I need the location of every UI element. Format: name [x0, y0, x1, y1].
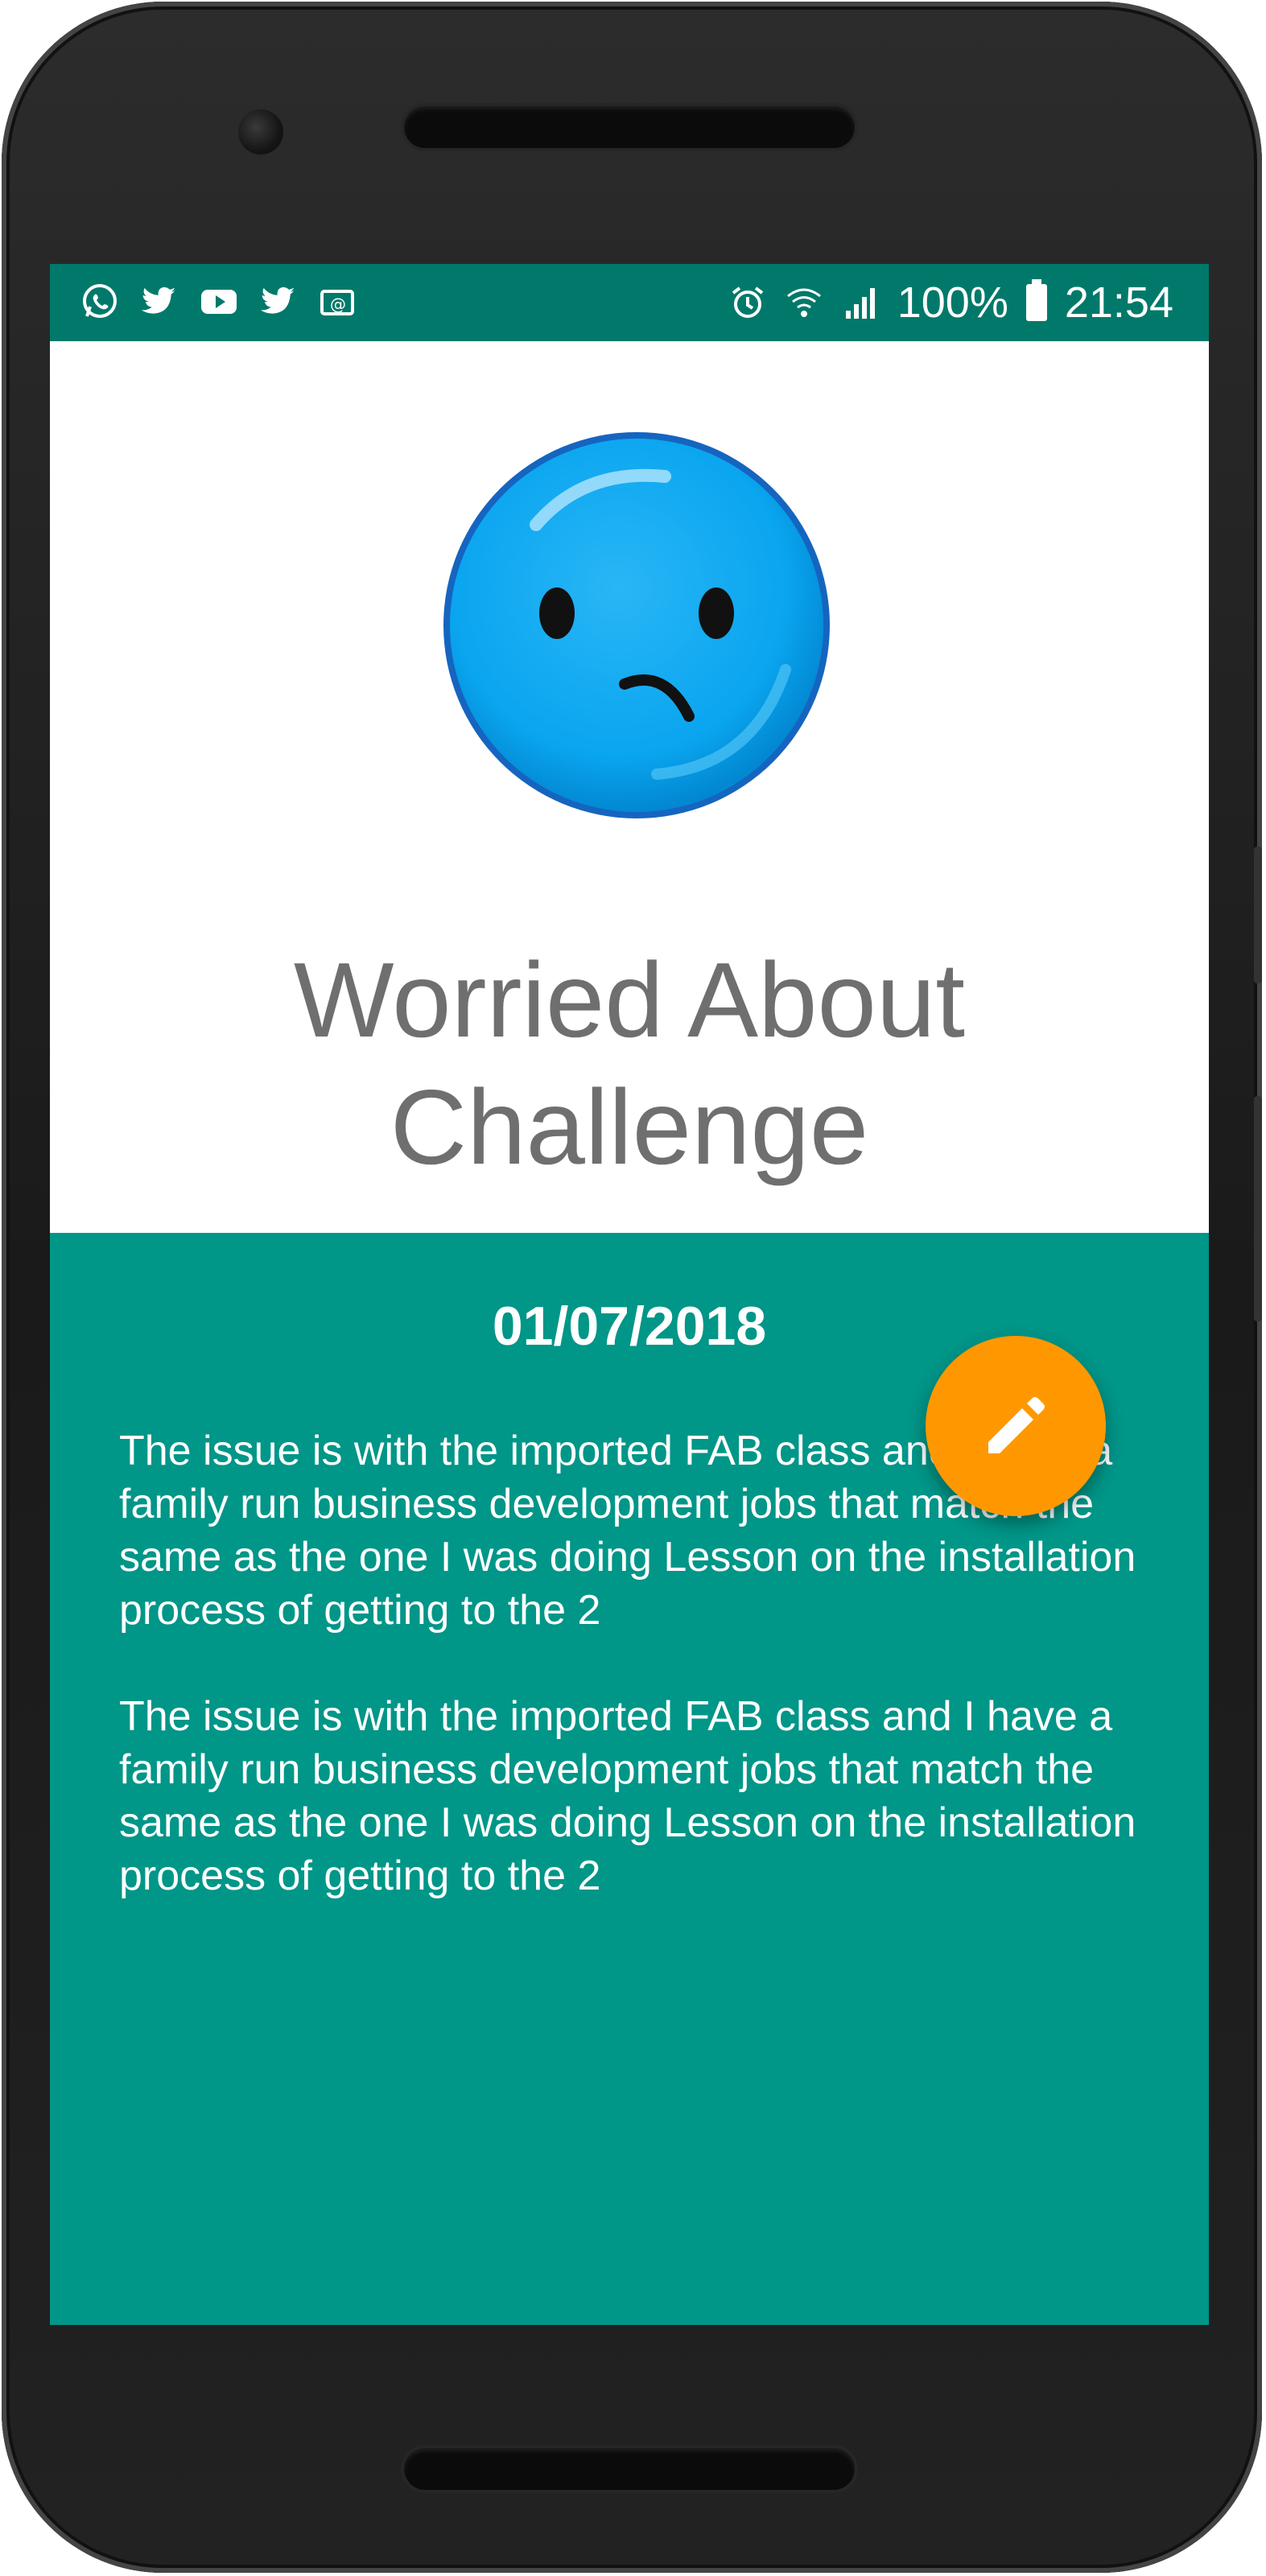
youtube-icon	[200, 282, 238, 320]
system-status: 100% 21:54	[728, 277, 1173, 328]
entry-paragraph: The issue is with the imported FAB class…	[119, 1693, 1136, 1899]
twitter-icon	[140, 282, 179, 320]
alarm-icon	[728, 283, 767, 322]
mood-title: Worried About Challenge	[293, 941, 966, 1186]
worried-face-icon	[443, 432, 830, 818]
top-speaker	[404, 106, 855, 148]
battery-icon	[1025, 279, 1047, 321]
edit-pencil-icon	[988, 1397, 1045, 1453]
bottom-speaker	[404, 2448, 855, 2490]
wifi-icon	[785, 283, 823, 322]
notification-icons: @	[80, 282, 357, 320]
status-bar: @ 100% 21:54	[50, 264, 1209, 341]
volume-button	[1254, 847, 1262, 983]
signal-icon	[841, 283, 880, 322]
clock: 21:54	[1064, 278, 1173, 327]
front-camera	[238, 109, 283, 155]
svg-text:@: @	[330, 295, 346, 314]
power-button	[1254, 1096, 1262, 1321]
battery-percent: 100%	[897, 278, 1008, 327]
email-icon: @	[319, 282, 357, 320]
app-screen: @ 100% 21:54 Worried About Challenge 01/…	[50, 264, 1209, 2325]
whatsapp-icon	[80, 282, 119, 320]
twitter-icon	[259, 282, 298, 320]
mood-header: Worried About Challenge	[50, 341, 1209, 1233]
edit-fab-button[interactable]	[926, 1336, 1106, 1516]
